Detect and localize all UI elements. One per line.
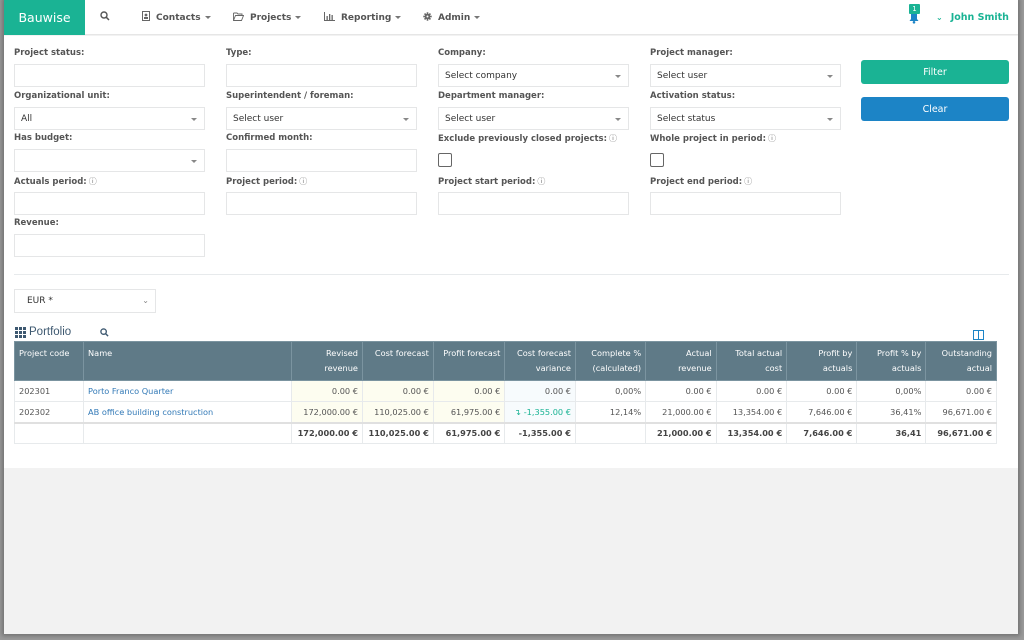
cell-actual-revenue: 21,000.00 € — [645, 401, 717, 423]
col-header[interactable]: Project code — [13, 341, 85, 381]
project-name-link[interactable]: AB office building construction — [83, 401, 293, 423]
nav-reporting[interactable]: Reporting — [324, 0, 402, 35]
bar-chart-icon — [324, 11, 335, 24]
cell-cost-forecast-variance: 0.00 € — [504, 380, 576, 402]
cell-project-code: 202302 — [13, 401, 85, 423]
nav-projects-label: Projects — [250, 12, 292, 23]
cell-total-actual-cost: 13,354.00 € — [715, 401, 788, 423]
col-header[interactable]: Name — [83, 341, 293, 381]
chevron-down-icon: ⌄ — [936, 13, 943, 22]
col-header[interactable]: Cost forecast variance — [504, 341, 576, 381]
total-cost-forecast-variance: -1,355.00 € — [504, 421, 576, 444]
cell-project-code: 202301 — [13, 380, 85, 402]
col-header[interactable]: Actual revenue — [645, 341, 717, 381]
total-profit-pct-by-actuals: 36,41 — [856, 421, 927, 444]
col-header[interactable]: Profit forecast — [432, 341, 506, 381]
app-window: Bauwise Contacts Projects Reporting Admi… — [4, 0, 1018, 634]
gear-icon — [423, 11, 432, 24]
nav-contacts-label: Contacts — [156, 12, 201, 23]
project-name-link[interactable]: Porto Franco Quarter — [83, 380, 293, 402]
total-actual-revenue: 21,000.00 € — [645, 421, 717, 444]
nav-admin-label: Admin — [438, 12, 471, 23]
cell-revised-revenue: 0.00 € — [291, 380, 363, 402]
portfolio-table-viewport: Project code Name Revised revenue Cost f… — [4, 36, 997, 468]
caret-down-icon — [295, 16, 302, 19]
cell-actual-revenue: 0.00 € — [645, 380, 717, 402]
contact-card-icon — [142, 11, 150, 24]
table-row: 202302 AB office building construction 1… — [13, 401, 997, 423]
col-header[interactable]: Profit by actuals — [786, 341, 858, 381]
top-navbar: Bauwise Contacts Projects Reporting Admi… — [4, 0, 1018, 35]
cell-outstanding: 96,671.00 € — [925, 401, 997, 423]
cell-profit-by-actuals: 7,646.00 € — [786, 401, 858, 423]
user-menu[interactable]: ⌄ John Smith — [936, 0, 1009, 35]
total-actual-cost: 13,354.00 € — [715, 421, 788, 444]
cell-total-actual-cost: 0.00 € — [715, 380, 788, 402]
brand-logo[interactable]: Bauwise — [4, 0, 85, 35]
caret-down-icon — [204, 16, 211, 19]
cell-profit-by-actuals: 0.00 € — [786, 380, 858, 402]
cell-revised-revenue: 172,000.00 € — [291, 401, 363, 423]
col-header[interactable]: Complete % (calculated) — [574, 341, 647, 381]
col-header[interactable]: Revised revenue — [291, 341, 363, 381]
cell-cost-forecast: 110,025.00 € — [361, 401, 434, 423]
caret-down-icon — [395, 16, 402, 19]
col-header[interactable]: Cost forecast — [361, 341, 434, 381]
cell-outstanding: 0.00 € — [925, 380, 997, 402]
search-icon — [100, 11, 110, 24]
table-header-row: Project code Name Revised revenue Cost f… — [13, 341, 997, 381]
total-cell — [13, 421, 85, 444]
main-content: Project status: Type: Company: Select co… — [4, 36, 1018, 468]
col-header[interactable]: Total actual cost — [715, 341, 788, 381]
cell-profit-pct-by-actuals: 0,00% — [856, 380, 927, 402]
notification-badge: 1 — [909, 4, 920, 14]
col-header[interactable]: Profit % by actuals — [856, 341, 927, 381]
nav-search-button[interactable] — [100, 0, 110, 35]
nav-projects[interactable]: Projects — [233, 0, 302, 35]
col-header[interactable]: Outstanding actual — [925, 341, 997, 381]
total-profit-forecast: 61,975.00 € — [432, 421, 506, 444]
totals-row: 172,000.00 € 110,025.00 € 61,975.00 € -1… — [13, 421, 997, 444]
cell-cost-forecast-variance: ↴ -1,355.00 € — [504, 401, 576, 423]
table-row: 202301 Porto Franco Quarter 0.00 € 0.00 … — [13, 380, 997, 402]
cell-profit-pct-by-actuals: 36,41% — [856, 401, 927, 423]
total-outstanding: 96,671.00 € — [925, 421, 997, 444]
caret-down-icon — [474, 16, 481, 19]
folder-open-icon — [233, 12, 245, 24]
cell-profit-forecast: 61,975.00 € — [432, 401, 506, 423]
cell-profit-forecast: 0.00 € — [432, 380, 506, 402]
cell-cost-forecast: 0.00 € — [361, 380, 434, 402]
cell-complete-pct: 12,14% — [574, 401, 647, 423]
total-profit-by-actuals: 7,646.00 € — [786, 421, 858, 444]
nav-reporting-label: Reporting — [341, 12, 392, 23]
total-revised-revenue: 172,000.00 € — [291, 421, 363, 444]
total-cost-forecast: 110,025.00 € — [361, 421, 434, 444]
total-cell — [83, 421, 293, 444]
portfolio-table: Project code Name Revised revenue Cost f… — [13, 341, 997, 444]
nav-contacts[interactable]: Contacts — [142, 0, 211, 35]
nav-admin[interactable]: Admin — [423, 0, 481, 35]
total-complete-pct — [574, 421, 647, 444]
cell-complete-pct: 0,00% — [574, 380, 647, 402]
user-name: John Smith — [950, 12, 1009, 23]
